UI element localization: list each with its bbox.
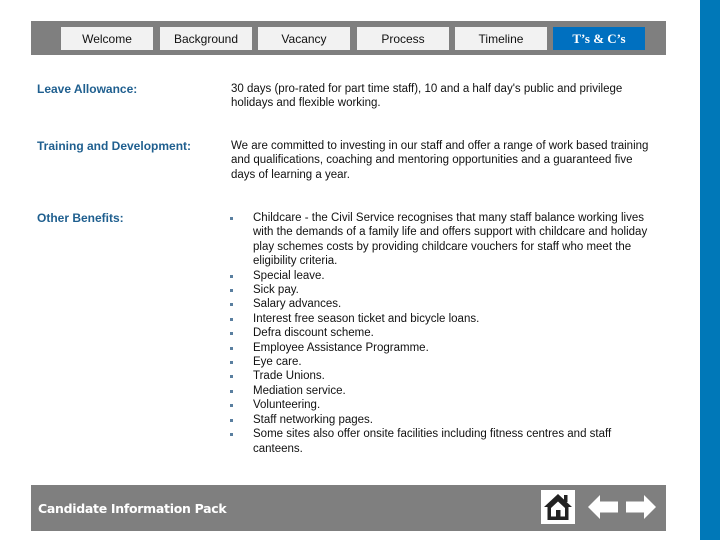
bullet-icon	[230, 317, 233, 321]
arrow-right-icon	[626, 495, 656, 519]
benefit-text: Employee Assistance Programme.	[253, 341, 429, 354]
bullet-icon	[230, 375, 233, 379]
bullet-icon	[230, 418, 233, 422]
tab-timeline[interactable]: Timeline	[455, 27, 547, 50]
benefit-text: Interest free season ticket and bicycle …	[253, 312, 480, 325]
benefit-text: Salary advances.	[253, 298, 342, 311]
benefit-text: Eye care.	[253, 356, 302, 369]
benefit-item: Special leave.	[230, 269, 655, 283]
bullet-icon	[230, 361, 233, 365]
arrow-left-icon	[588, 495, 618, 519]
footer-bar: Candidate Information Pack	[31, 485, 666, 531]
bullet-icon	[230, 217, 233, 220]
benefit-text: Trade Unions.	[253, 370, 325, 383]
benefit-item: Salary advances.	[230, 297, 655, 311]
benefit-text: Volunteering.	[253, 399, 321, 412]
benefit-text: Sick pay.	[253, 284, 299, 297]
benefits-list: Childcare - the Civil Service recognises…	[230, 211, 655, 456]
bullet-icon	[230, 346, 233, 350]
benefit-item: Trade Unions.	[230, 369, 655, 383]
bullet-icon	[230, 303, 233, 307]
back-button[interactable]	[587, 494, 619, 520]
benefit-item: Sick pay.	[230, 283, 655, 297]
benefit-text: Special leave.	[253, 269, 325, 282]
benefit-item: Interest free season ticket and bicycle …	[230, 312, 655, 326]
training-label: Training and Development:	[37, 139, 192, 153]
benefit-text: Defra discount scheme.	[253, 327, 374, 340]
benefits-list-container: Childcare - the Civil Service recognises…	[230, 211, 655, 456]
home-icon	[544, 494, 572, 520]
bullet-icon	[230, 289, 233, 293]
benefit-text: Mediation service.	[253, 384, 346, 397]
other-benefits-label: Other Benefits:	[37, 211, 124, 225]
forward-button[interactable]	[625, 494, 657, 520]
training-text: We are committed to investing in our sta…	[231, 140, 649, 181]
benefit-item: Staff networking pages.	[230, 413, 655, 427]
bullet-icon	[230, 389, 233, 393]
footer-title: Candidate Information Pack	[38, 501, 227, 516]
leave-allowance-text: 30 days (pro-rated for part time staff),…	[231, 83, 623, 110]
benefit-item: Some sites also offer onsite facilities …	[230, 427, 655, 456]
tab-ts-and-cs[interactable]: T’s & C’s	[553, 27, 645, 50]
benefit-item: Volunteering.	[230, 398, 655, 412]
benefit-item: Childcare - the Civil Service recognises…	[230, 211, 655, 269]
leave-allowance-label: Leave Allowance:	[37, 82, 138, 96]
bullet-icon	[230, 274, 233, 278]
benefit-item: Defra discount scheme.	[230, 326, 655, 340]
tab-vacancy[interactable]: Vacancy	[258, 27, 350, 50]
right-accent-stripe	[700, 0, 720, 540]
benefit-item: Employee Assistance Programme.	[230, 341, 655, 355]
tab-background[interactable]: Background	[160, 27, 252, 50]
benefit-item: Mediation service.	[230, 384, 655, 398]
benefit-text: Some sites also offer onsite facilities …	[253, 428, 612, 455]
bullet-icon	[230, 433, 233, 437]
benefit-item: Eye care.	[230, 355, 655, 369]
top-nav-bar: Welcome Background Vacancy Process Timel…	[31, 21, 666, 55]
benefit-text: Childcare - the Civil Service recognises…	[253, 212, 648, 268]
home-button[interactable]	[541, 490, 575, 524]
tab-welcome[interactable]: Welcome	[61, 27, 153, 50]
benefit-text: Staff networking pages.	[253, 413, 373, 426]
bullet-icon	[230, 332, 233, 336]
tab-process[interactable]: Process	[357, 27, 449, 50]
bullet-icon	[230, 404, 233, 408]
